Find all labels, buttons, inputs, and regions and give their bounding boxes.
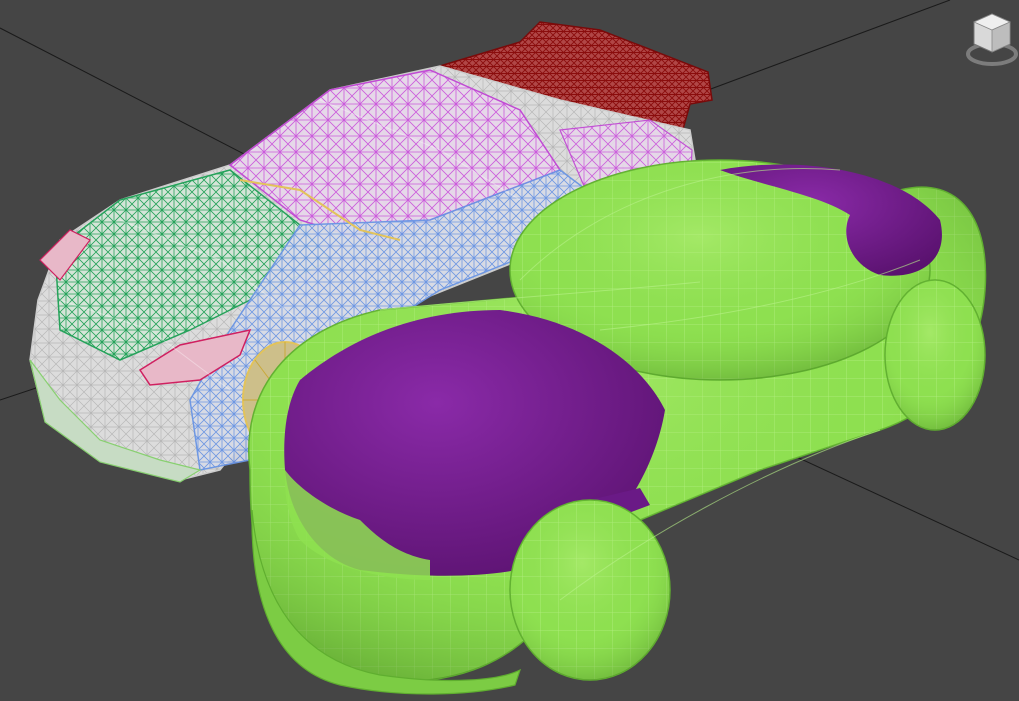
viewcube-icon[interactable] [962,8,1019,70]
viewcube-navigation[interactable] [962,8,1019,70]
scene-canvas[interactable] [0,0,1019,701]
3d-viewport[interactable] [0,0,1019,701]
